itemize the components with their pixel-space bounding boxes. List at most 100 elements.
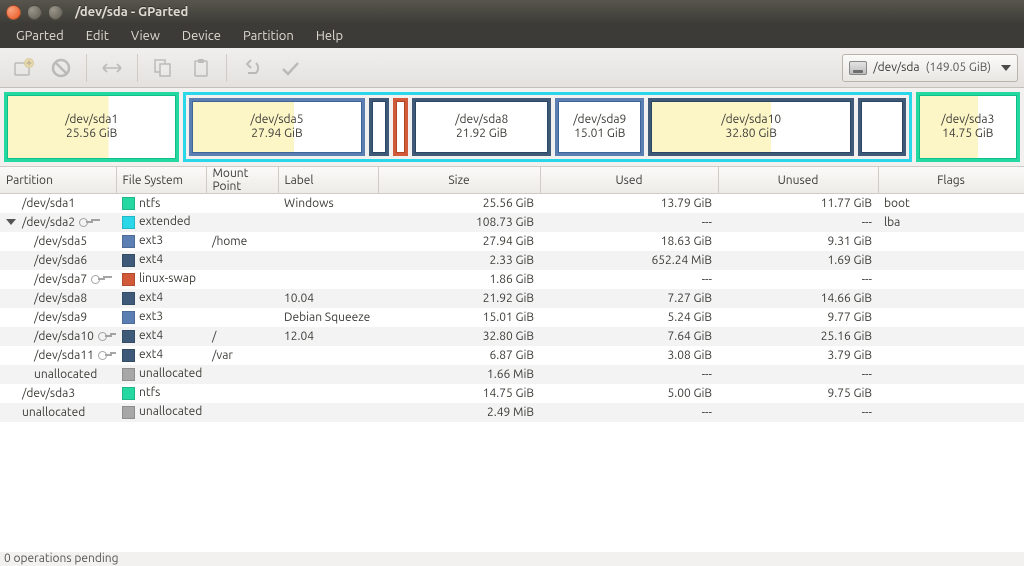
filesystem-color-swatch xyxy=(122,197,135,210)
tool-resize-move[interactable] xyxy=(95,52,129,84)
menu-help[interactable]: Help xyxy=(306,26,353,46)
partition-flags xyxy=(878,251,1024,270)
table-row[interactable]: /dev/sda10ext4/12.0432.80 GiB7.64 GiB25.… xyxy=(0,327,1024,346)
partition-used: --- xyxy=(540,403,718,422)
partition-used: 7.64 GiB xyxy=(540,327,718,346)
lock-key-icon xyxy=(91,273,105,285)
partition-flags xyxy=(878,365,1024,384)
filesystem-name: ext3 xyxy=(139,234,163,247)
menu-view[interactable]: View xyxy=(121,26,170,46)
partition-name: /dev/sda2 xyxy=(22,216,75,229)
filesystem-color-swatch xyxy=(122,406,135,419)
filesystem-name: ext4 xyxy=(139,291,163,304)
delete-icon xyxy=(50,57,72,79)
partition-unused: --- xyxy=(718,403,878,422)
partition-label xyxy=(278,403,378,422)
table-row[interactable]: /dev/sda2extended108.73 GiB------lba xyxy=(0,213,1024,232)
diskmap-partition[interactable]: /dev/sda915.01 GiB xyxy=(555,98,644,156)
device-selector[interactable]: /dev/sda (149.05 GiB) xyxy=(842,54,1018,82)
partition-label xyxy=(278,346,378,365)
table-row[interactable]: /dev/sda5ext3/home27.94 GiB18.63 GiB9.31… xyxy=(0,232,1024,251)
table-row[interactable]: /dev/sda9ext3Debian Squeeze15.01 GiB5.24… xyxy=(0,308,1024,327)
harddisk-icon xyxy=(849,61,867,75)
tool-delete[interactable] xyxy=(44,52,78,84)
window-maximize-button[interactable] xyxy=(48,5,63,20)
window-minimize-button[interactable] xyxy=(27,5,42,20)
table-row[interactable]: unallocatedunallocated2.49 MiB------ xyxy=(0,403,1024,422)
filesystem-name: ntfs xyxy=(139,197,160,210)
col-size[interactable]: Size xyxy=(378,167,540,194)
partition-table-wrapper: Partition File System Mount Point Label … xyxy=(0,166,1024,552)
partition-used: 5.24 GiB xyxy=(540,308,718,327)
diskmap-partition[interactable] xyxy=(369,98,389,156)
partition-label: Debian Squeeze xyxy=(278,308,378,327)
mount-point xyxy=(206,213,278,232)
filesystem-name: extended xyxy=(139,215,191,228)
mount-point xyxy=(206,384,278,403)
partition-flags: lba xyxy=(878,213,1024,232)
table-row[interactable]: /dev/sda6ext42.33 GiB652.24 MiB1.69 GiB xyxy=(0,251,1024,270)
diskmap-partition[interactable] xyxy=(393,98,408,156)
toolbar-separator xyxy=(226,54,227,82)
expand-collapse-icon[interactable] xyxy=(6,219,16,225)
diskmap-partition[interactable]: /dev/sda1032.80 GiB xyxy=(648,98,854,156)
mount-point xyxy=(206,308,278,327)
mount-point: / xyxy=(206,327,278,346)
partition-name: /dev/sda9 xyxy=(34,311,87,324)
diskmap-partition-size: 21.92 GiB xyxy=(456,127,507,141)
diskmap-partition[interactable]: /dev/sda125.56 GiB xyxy=(4,92,179,162)
lock-key-icon xyxy=(98,349,110,361)
menu-gparted[interactable]: GParted xyxy=(6,26,74,46)
diskmap-partition[interactable]: /dev/sda314.75 GiB xyxy=(916,92,1020,162)
partition-label: 12.04 xyxy=(278,327,378,346)
partition-name: /dev/sda6 xyxy=(34,254,87,267)
col-mountpoint[interactable]: Mount Point xyxy=(206,167,278,194)
table-row[interactable]: /dev/sda1ntfsWindows25.56 GiB13.79 GiB11… xyxy=(0,194,1024,213)
menu-device[interactable]: Device xyxy=(172,26,231,46)
menu-edit[interactable]: Edit xyxy=(76,26,119,46)
table-row[interactable]: /dev/sda7linux-swap1.86 GiB------ xyxy=(0,270,1024,289)
table-row[interactable]: unallocatedunallocated1.66 MiB------ xyxy=(0,365,1024,384)
partition-used: --- xyxy=(540,365,718,384)
partition-used: 18.63 GiB xyxy=(540,232,718,251)
diskmap-partition[interactable] xyxy=(858,98,905,156)
partition-size: 1.86 GiB xyxy=(378,270,540,289)
partition-size: 32.80 GiB xyxy=(378,327,540,346)
tool-new-partition[interactable] xyxy=(6,52,40,84)
diskmap-partition-size: 15.01 GiB xyxy=(574,127,625,141)
tool-paste[interactable] xyxy=(184,52,218,84)
tool-undo[interactable] xyxy=(235,52,269,84)
filesystem-color-swatch xyxy=(122,349,135,362)
diskmap-partition-size: 25.56 GiB xyxy=(66,127,117,141)
table-row[interactable]: /dev/sda3ntfs14.75 GiB5.00 GiB9.75 GiB xyxy=(0,384,1024,403)
col-flags[interactable]: Flags xyxy=(878,167,1024,194)
window-title: /dev/sda - GParted xyxy=(75,5,188,19)
partition-size: 2.33 GiB xyxy=(378,251,540,270)
window-titlebar: /dev/sda - GParted xyxy=(0,0,1024,24)
partition-size: 27.94 GiB xyxy=(378,232,540,251)
col-unused[interactable]: Unused xyxy=(718,167,878,194)
diskmap-partition-size: 32.80 GiB xyxy=(726,127,777,141)
table-row[interactable]: /dev/sda11ext4/var6.87 GiB3.08 GiB3.79 G… xyxy=(0,346,1024,365)
toolbar-separator xyxy=(86,54,87,82)
partition-label: 10.04 xyxy=(278,289,378,308)
diskmap-partition[interactable]: /dev/sda527.94 GiB/dev/sda821.92 GiB/dev… xyxy=(183,92,911,162)
table-row[interactable]: /dev/sda8ext410.0421.92 GiB7.27 GiB14.66… xyxy=(0,289,1024,308)
col-used[interactable]: Used xyxy=(540,167,718,194)
filesystem-name: ext3 xyxy=(139,310,163,323)
col-partition[interactable]: Partition xyxy=(0,167,116,194)
col-filesystem[interactable]: File System xyxy=(116,167,206,194)
partition-name: /dev/sda1 xyxy=(22,197,75,210)
tool-apply[interactable] xyxy=(273,52,307,84)
diskmap-partition[interactable]: /dev/sda527.94 GiB xyxy=(189,98,364,156)
tool-copy[interactable] xyxy=(146,52,180,84)
window-close-button[interactable] xyxy=(6,5,21,20)
partition-used: 3.08 GiB xyxy=(540,346,718,365)
partition-flags xyxy=(878,289,1024,308)
partition-label xyxy=(278,213,378,232)
col-label[interactable]: Label xyxy=(278,167,378,194)
table-header-row: Partition File System Mount Point Label … xyxy=(0,167,1024,194)
menu-partition[interactable]: Partition xyxy=(233,26,304,46)
dropdown-arrow-icon xyxy=(1001,65,1011,71)
diskmap-partition[interactable]: /dev/sda821.92 GiB xyxy=(412,98,551,156)
